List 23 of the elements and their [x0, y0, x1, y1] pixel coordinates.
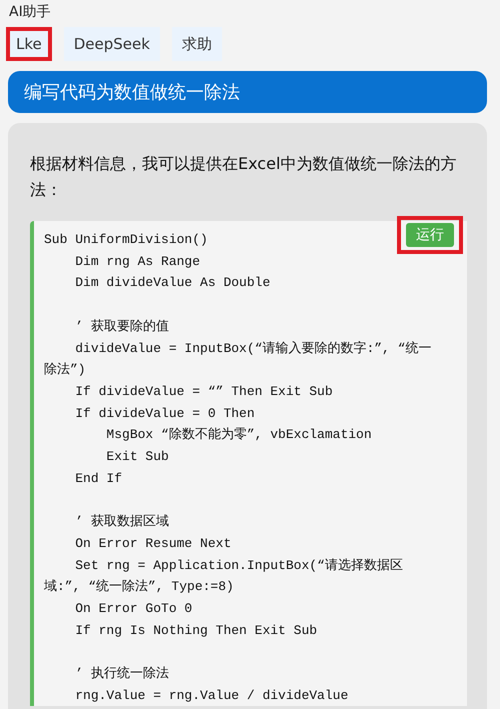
code-line: Set rng = Application.InputBox(“请选择数据区域:”, “统一除法”, Type:=8) — [44, 556, 404, 596]
code-line: If divideValue = “” Then Exit Sub — [74, 382, 333, 401]
code-line: On Error GoTo 0 — [74, 600, 192, 618]
code-line: If divideValue = 0 Then — [74, 404, 255, 423]
code-line: End If — [74, 470, 122, 488]
code-line: Dim rng As Range — [74, 252, 200, 271]
code-line: ’ 执行统一除法 — [74, 665, 169, 684]
tab[interactable]: DeepSeek — [64, 27, 160, 61]
code-line: Exit Sub — [105, 448, 169, 466]
window-title: AI助手 — [8, 3, 52, 22]
answer-text: 根据材料信息，我可以提供在Excel中为数值做统一除法的方法： — [30, 153, 458, 201]
code-line: rng.Value = rng.Value / divideValue — [74, 686, 348, 705]
code-line: ’ 获取数据区域 — [74, 513, 169, 532]
prompt-bubble: 编写代码为数值做统一除法 — [8, 71, 487, 113]
code-line: divideValue = InputBox(“请输入要除的数字:”, “统一除法”) — [44, 340, 432, 380]
code-line: Dim divideValue As Double — [74, 274, 270, 292]
tab[interactable]: Lke — [6, 27, 52, 61]
code-line: Sub UniformDivision() — [44, 231, 208, 249]
code-line: MsgBox “除数不能为零”, vbExclamation — [105, 426, 372, 444]
tab[interactable]: 求助 — [172, 27, 222, 61]
code-line: If rng Is Nothing Then Exit Sub — [74, 622, 318, 640]
code-line: ’ 获取要除的值 — [74, 318, 169, 336]
code-line: On Error Resume Next — [74, 534, 232, 553]
